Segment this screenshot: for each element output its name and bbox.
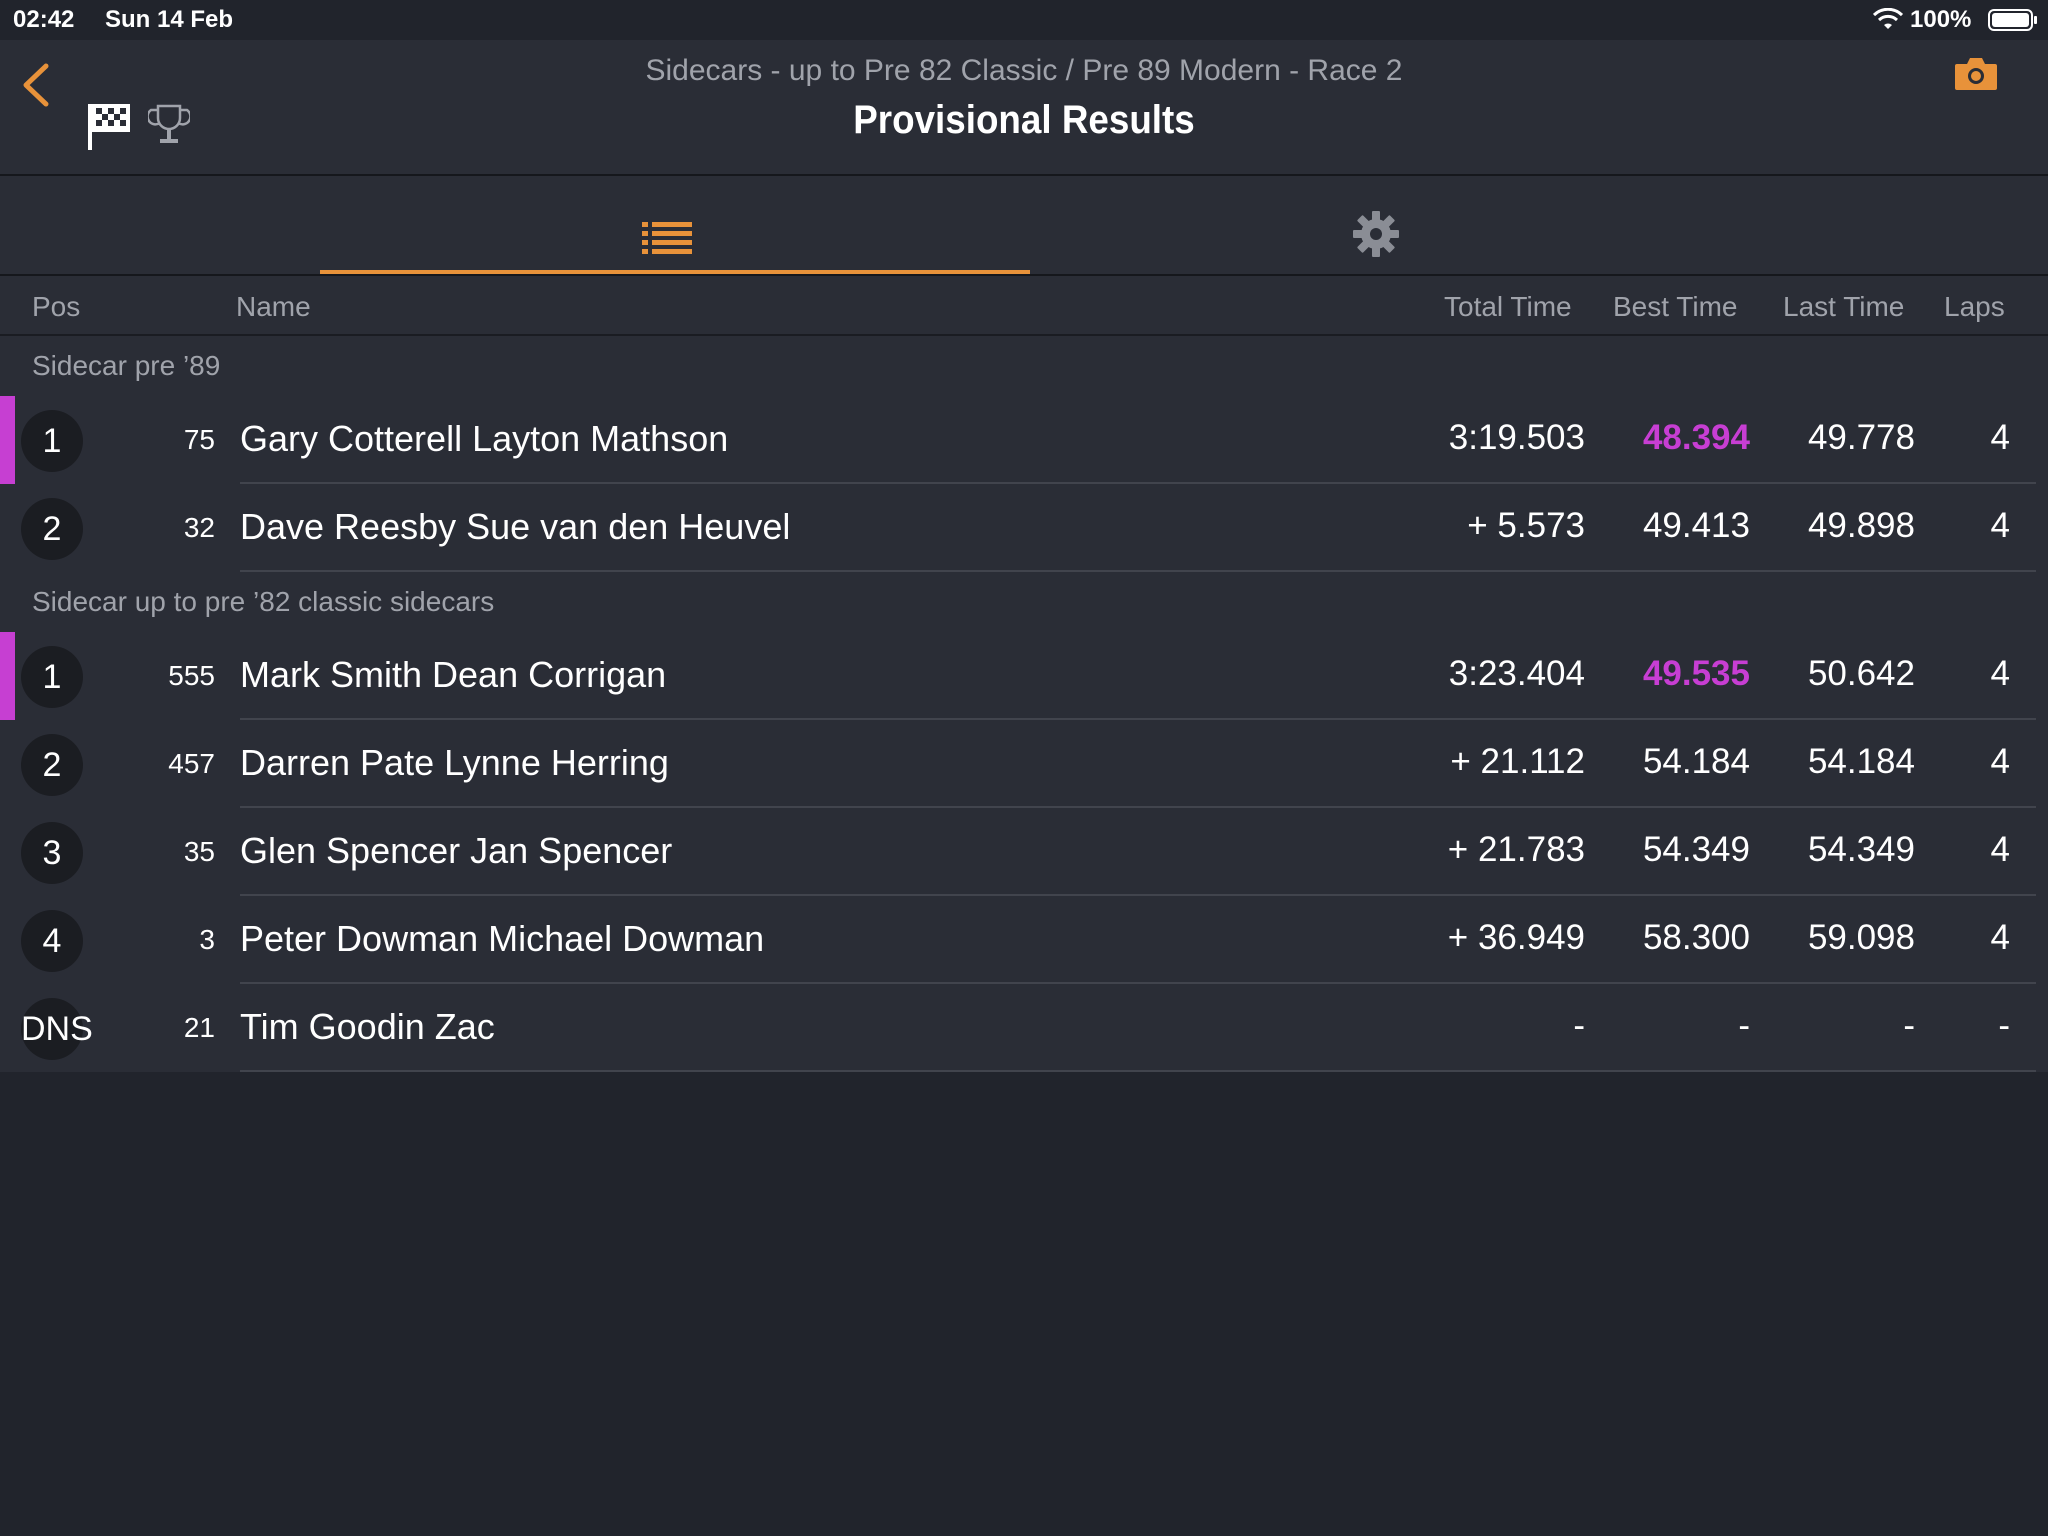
column-header: Pos Name Total Time Best Time Last Time …	[0, 276, 2048, 336]
rider-names: Darren Pate Lynne Herring	[240, 742, 669, 783]
total-time: + 5.573	[1467, 506, 1585, 545]
race-number: 3	[199, 924, 215, 955]
result-row[interactable]: DNS 21 Tim Goodin Zac - - - -	[0, 984, 2048, 1072]
result-row[interactable]: 2 457 Darren Pate Lynne Herring + 21.112 54.…	[0, 720, 2048, 808]
position-badge: 2	[21, 734, 83, 796]
last-lap-time: 49.898	[1807, 506, 1915, 545]
race-number: 75	[183, 424, 215, 455]
best-lap-time: 54.349	[1642, 830, 1750, 869]
position-badge: 2	[21, 498, 83, 560]
position-badge: 1	[21, 646, 83, 708]
result-row[interactable]: 2 32 Dave Reesby Sue van den Heuvel + 5.573…	[0, 484, 2048, 572]
rider-names: Glen Spencer Jan Spencer	[240, 830, 673, 871]
status-date: Sun 14 Feb	[105, 6, 234, 33]
group-header: Sidecar up to pre ’82 classic sidecars	[0, 572, 2048, 634]
result-row[interactable]: 3 35 Glen Spencer Jan Spencer + 21.783 54.34…	[0, 808, 2048, 896]
best-lap-time: 48.394	[1642, 418, 1750, 457]
col-pos: Pos	[32, 291, 81, 322]
gear-icon	[1353, 211, 1399, 257]
position-badge: 3	[21, 822, 83, 884]
total-time: + 36.949	[1447, 918, 1585, 957]
group-label: Sidecar pre ’89	[32, 350, 221, 381]
rider-names: Gary Cotterell Layton Mathson	[240, 418, 729, 459]
rider-names: Peter Dowman Michael Dowman	[240, 918, 765, 959]
best-lap-time: 54.184	[1642, 742, 1750, 781]
result-row[interactable]: 1 555 Mark Smith Dean Corrigan 3:23.404 49.5…	[0, 632, 2048, 720]
laps-count: 4	[1990, 418, 2010, 457]
total-time: + 21.783	[1447, 830, 1585, 869]
tab-bar	[0, 176, 2048, 276]
page-title: Provisional Results	[853, 98, 1195, 142]
laps-count: 4	[1990, 830, 2010, 869]
row-divider	[240, 1070, 2036, 1072]
battery-icon	[1988, 9, 2037, 31]
rider-names: Mark Smith Dean Corrigan	[240, 654, 667, 695]
last-lap-time: -	[1903, 1006, 1915, 1045]
best-lap-time: -	[1738, 1006, 1750, 1045]
laps-count: 4	[1990, 918, 2010, 957]
best-lap-time: 49.413	[1642, 506, 1750, 545]
position-badge: 4	[21, 910, 83, 972]
status-time: 02:42	[13, 6, 75, 33]
tab-settings[interactable]	[1024, 176, 1730, 274]
rider-names: Tim Goodin Zac	[240, 1006, 495, 1047]
group-label: Sidecar up to pre ’82 classic sidecars	[32, 586, 495, 617]
laps-count: 4	[1990, 506, 2010, 545]
col-laps: Laps	[1944, 291, 2005, 322]
total-time: -	[1573, 1006, 1585, 1045]
best-lap-time: 58.300	[1642, 918, 1750, 957]
total-time: 3:19.503	[1448, 418, 1585, 457]
result-row[interactable]: 1 75 Gary Cotterell Layton Mathson 3:19.503…	[0, 396, 2048, 484]
race-number: 555	[168, 660, 215, 691]
col-total-time: Total Time	[1444, 291, 1572, 322]
class-leader-marker	[0, 396, 15, 484]
group-header: Sidecar pre ’89	[0, 336, 2048, 398]
laps-count: 4	[1990, 742, 2010, 781]
wifi-icon	[1873, 8, 1903, 29]
best-lap-time: 49.535	[1642, 654, 1750, 693]
total-time: 3:23.404	[1448, 654, 1585, 693]
tab-results-list[interactable]	[320, 176, 1030, 274]
last-lap-time: 54.184	[1807, 742, 1915, 781]
race-number: 21	[183, 1012, 215, 1043]
last-lap-time: 59.098	[1807, 918, 1915, 957]
laps-count: 4	[1990, 654, 2010, 693]
list-icon	[642, 222, 692, 254]
camera-icon[interactable]	[1953, 54, 1999, 94]
col-name: Name	[236, 291, 311, 322]
last-lap-time: 50.642	[1807, 654, 1915, 693]
battery-percent: 100%	[1910, 6, 1972, 33]
race-number: 32	[183, 512, 215, 543]
header: Sidecars - up to Pre 82 Classic / Pre 89…	[0, 40, 2048, 176]
total-time: + 21.112	[1450, 742, 1585, 781]
position-badge: 1	[21, 410, 83, 472]
last-lap-time: 49.778	[1807, 418, 1915, 457]
col-last-time: Last Time	[1783, 291, 1905, 322]
active-tab-indicator	[320, 270, 1030, 274]
col-best-time: Best Time	[1613, 291, 1738, 322]
laps-count: -	[1998, 1006, 2010, 1045]
status-bar: 02:42 Sun 14 Feb 100%	[0, 0, 2048, 40]
result-row[interactable]: 4 3 Peter Dowman Michael Dowman + 36.949 58.…	[0, 896, 2048, 984]
race-number: 35	[183, 836, 215, 867]
race-subtitle: Sidecars - up to Pre 82 Classic / Pre 89…	[645, 54, 1403, 87]
position-badge: DNS	[21, 998, 93, 1060]
race-number: 457	[168, 748, 215, 779]
rider-names: Dave Reesby Sue van den Heuvel	[240, 506, 791, 547]
last-lap-time: 54.349	[1807, 830, 1915, 869]
class-leader-marker	[0, 632, 15, 720]
